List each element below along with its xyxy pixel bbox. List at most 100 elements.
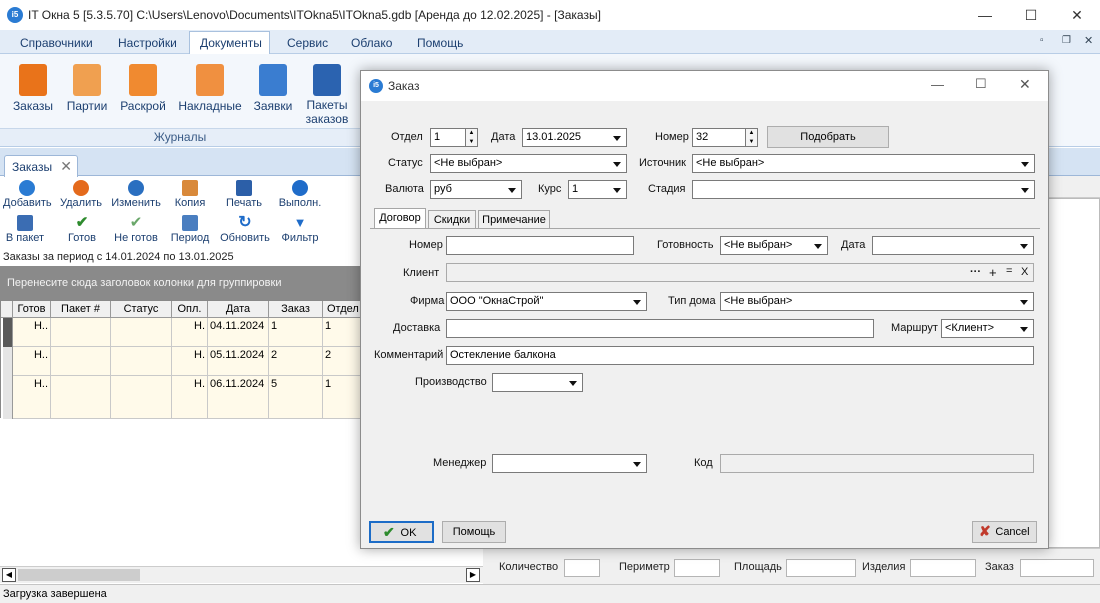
kod-field[interactable] bbox=[720, 454, 1034, 473]
grid-cell[interactable] bbox=[111, 318, 172, 347]
klient-select-button[interactable]: ··· bbox=[970, 266, 981, 278]
kurs-select[interactable]: 1 bbox=[568, 180, 627, 199]
print-button[interactable]: Печать bbox=[222, 180, 266, 209]
close-tab-icon[interactable]: ✕ bbox=[60, 158, 72, 175]
grid-cell[interactable]: 1 bbox=[323, 318, 361, 347]
dialog-close-icon[interactable]: ✕ bbox=[1019, 76, 1031, 93]
grid-cell[interactable] bbox=[51, 376, 111, 419]
menu-servis[interactable]: Сервис bbox=[287, 36, 328, 50]
refresh-button[interactable]: ↻ Обновить bbox=[218, 215, 272, 245]
mdi-min-icon[interactable]: ▫ bbox=[1040, 35, 1044, 46]
grid-cell[interactable] bbox=[111, 376, 172, 419]
col-header-gotov[interactable]: Готов bbox=[13, 301, 51, 318]
marshrut-select[interactable]: <Клиент> bbox=[941, 319, 1034, 338]
tab-dogovor[interactable]: Договор bbox=[374, 208, 426, 229]
otdel-input[interactable]: 1 bbox=[430, 128, 466, 147]
grid-cell[interactable]: 2 bbox=[269, 347, 323, 376]
dog-nomer-input[interactable] bbox=[446, 236, 634, 255]
valuta-select[interactable]: руб bbox=[430, 180, 522, 199]
col-header-status[interactable]: Статус bbox=[111, 301, 172, 318]
edit-button[interactable]: Изменить bbox=[111, 180, 161, 209]
klient-add-button[interactable]: + bbox=[989, 265, 997, 280]
complete-button[interactable]: Выполн. bbox=[276, 180, 324, 209]
nomer-spin[interactable]: ▲ ▼ bbox=[746, 128, 758, 147]
copy-button[interactable]: Копия bbox=[170, 180, 210, 209]
tab-skidki[interactable]: Скидки bbox=[428, 210, 476, 229]
podobrat-button[interactable]: Подобрать bbox=[767, 126, 889, 148]
date-picker[interactable]: 13.01.2025 bbox=[522, 128, 627, 147]
col-header-opl[interactable]: Опл. bbox=[172, 301, 208, 318]
grid-cell[interactable]: 05.11.2024 bbox=[208, 347, 269, 376]
grid-cell[interactable]: 5 bbox=[269, 376, 323, 419]
tab-primechanie[interactable]: Примечание bbox=[478, 210, 550, 229]
row-selector[interactable] bbox=[3, 376, 13, 419]
close-icon[interactable]: ✕ bbox=[1054, 0, 1100, 30]
row-selector[interactable] bbox=[3, 347, 13, 376]
menu-pomosch[interactable]: Помощь bbox=[417, 36, 463, 50]
grid-cell[interactable]: 06.11.2024 bbox=[208, 376, 269, 419]
not-ready-button[interactable]: ✔ Не готов bbox=[111, 215, 161, 244]
klient-field[interactable] bbox=[446, 263, 1034, 282]
help-button[interactable]: Помощь bbox=[442, 521, 506, 543]
filter-button[interactable]: ▼ Фильтр bbox=[278, 215, 322, 244]
stadiya-select[interactable] bbox=[692, 180, 1035, 199]
menu-nastroyki[interactable]: Настройки bbox=[118, 36, 177, 50]
komment-input[interactable]: Остекление балкона bbox=[446, 346, 1034, 365]
row-selector[interactable] bbox=[3, 318, 13, 347]
col-header-zakaz[interactable]: Заказ bbox=[269, 301, 323, 318]
ready-button[interactable]: ✔ Готов bbox=[62, 215, 102, 244]
klient-equal-button[interactable]: = bbox=[1006, 265, 1012, 277]
grid-cell[interactable]: 1 bbox=[323, 376, 361, 419]
delete-button[interactable]: Удалить bbox=[58, 180, 104, 209]
otdel-spin[interactable]: ▲ ▼ bbox=[466, 128, 478, 147]
group-by-area[interactable]: Перенесите сюда заголовок колонки для гр… bbox=[0, 266, 360, 302]
col-header-paket[interactable]: Пакет # bbox=[51, 301, 111, 318]
ok-button[interactable]: ✔ OK bbox=[369, 521, 434, 543]
grid-cell[interactable]: Н.. bbox=[13, 376, 51, 419]
orders-grid[interactable]: Готов Пакет # Статус Опл. Дата Заказ Отд… bbox=[0, 300, 361, 419]
gotovnost-select[interactable]: <Не выбран> bbox=[720, 236, 828, 255]
menedzher-select[interactable] bbox=[492, 454, 647, 473]
col-header-data[interactable]: Дата bbox=[208, 301, 269, 318]
grid-cell[interactable]: Н.. bbox=[13, 318, 51, 347]
col-header-otdel[interactable]: Отдел bbox=[323, 301, 361, 318]
mdi-close-icon[interactable]: ✕ bbox=[1084, 34, 1093, 47]
scroll-thumb[interactable] bbox=[18, 569, 140, 581]
dostavka-input[interactable] bbox=[446, 319, 874, 338]
mdi-restore-icon[interactable]: ❐ bbox=[1062, 35, 1071, 46]
dog-data-picker[interactable] bbox=[872, 236, 1034, 255]
status-select[interactable]: <Не выбран> bbox=[430, 154, 627, 173]
scroll-right-icon[interactable]: ▶ bbox=[466, 568, 480, 582]
grid-cell[interactable] bbox=[111, 347, 172, 376]
grid-cell[interactable]: 04.11.2024 bbox=[208, 318, 269, 347]
menu-dokumenty[interactable]: Документы bbox=[200, 36, 262, 50]
grid-cell[interactable]: Н. bbox=[172, 347, 208, 376]
doc-tab-zakazy[interactable]: Заказы ✕ bbox=[4, 155, 78, 177]
proizv-select[interactable] bbox=[492, 373, 583, 392]
grid-cell[interactable]: Н. bbox=[172, 318, 208, 347]
istochnik-select[interactable]: <Не выбран> bbox=[692, 154, 1035, 173]
grid-cell[interactable]: 2 bbox=[323, 347, 361, 376]
nomer-input[interactable]: 32 bbox=[692, 128, 746, 147]
firma-select[interactable]: ООО "ОкнаСтрой" bbox=[446, 292, 647, 311]
grid-cell[interactable]: Н. bbox=[172, 376, 208, 419]
menu-spravochniki[interactable]: Справочники bbox=[20, 36, 93, 50]
period-button[interactable]: Период bbox=[168, 215, 212, 244]
dialog-maximize-icon[interactable]: ☐ bbox=[975, 76, 987, 92]
cancel-button[interactable]: ✘ Cancel bbox=[972, 521, 1037, 543]
grid-cell[interactable]: Н.. bbox=[13, 347, 51, 376]
tip-doma-select[interactable]: <Не выбран> bbox=[720, 292, 1034, 311]
klient-clear-button[interactable]: X bbox=[1021, 266, 1028, 278]
grid-cell[interactable]: 1 bbox=[269, 318, 323, 347]
grid-cell[interactable] bbox=[51, 318, 111, 347]
add-button[interactable]: Добавить bbox=[3, 180, 52, 209]
maximize-icon[interactable]: ☐ bbox=[1008, 0, 1054, 30]
menu-oblako[interactable]: Облако bbox=[351, 36, 392, 50]
grid-hscrollbar[interactable]: ◀ ▶ bbox=[0, 566, 483, 583]
minimize-icon[interactable]: — bbox=[962, 0, 1008, 30]
scroll-left-icon[interactable]: ◀ bbox=[2, 568, 16, 582]
grid-cell[interactable] bbox=[51, 347, 111, 376]
footer-ploschad-value bbox=[786, 559, 856, 577]
dialog-minimize-icon[interactable]: — bbox=[931, 77, 944, 92]
to-package-button[interactable]: В пакет bbox=[3, 215, 47, 244]
